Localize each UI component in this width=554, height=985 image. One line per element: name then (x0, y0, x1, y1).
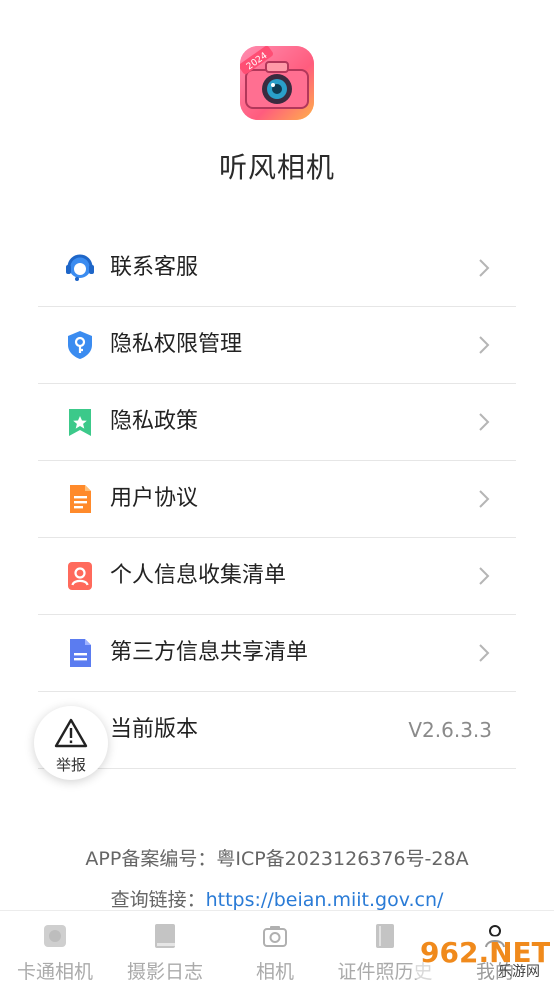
app-logo: 2024 (240, 46, 314, 120)
version-value: V2.6.3.3 (408, 718, 492, 742)
app-name: 听风相机 (218, 151, 335, 184)
file-lines-icon (70, 639, 91, 667)
report-label: 举报 (55, 756, 86, 774)
document-icon (70, 485, 91, 513)
menu-item-current-version: 当前版本 V2.6.3.3 (38, 692, 516, 769)
shield-key-icon (68, 331, 92, 359)
icp-query-line: 查询链接：https://beian.miit.gov.cn/ (0, 885, 554, 912)
chevron-right-icon (479, 490, 490, 508)
tab-label: 卡通相机 (16, 961, 93, 983)
chevron-right-icon (479, 259, 490, 277)
book-icon (155, 924, 175, 948)
cartoon-camera-icon (44, 925, 66, 947)
chevron-right-icon (479, 644, 490, 662)
menu-item-label: 第三方信息共享清单 (110, 640, 309, 665)
menu-item-label: 当前版本 (110, 717, 199, 742)
menu-item-label: 联系客服 (110, 255, 199, 280)
watermark: 962.NET 乐游网 (414, 930, 551, 980)
menu-item-user-agreement[interactable]: 用户协议 (38, 461, 516, 538)
menu-item-label: 用户协议 (110, 486, 199, 511)
menu-item-privacy-policy[interactable]: 隐私政策 (38, 384, 516, 461)
bookmark-star-icon (69, 409, 91, 436)
person-card-icon (68, 562, 92, 590)
tab-camera[interactable]: 相机 (220, 911, 330, 985)
watermark-sub: 乐游网 (498, 964, 540, 980)
settings-menu: 联系客服 隐私权限管理 隐私政策 用户协议 个人信息收集清单 第三方信息共享清单… (38, 230, 516, 769)
warning-icon (54, 718, 88, 748)
icp-query-prefix: 查询链接： (110, 889, 206, 911)
menu-item-label: 隐私权限管理 (110, 332, 243, 357)
tab-cartoon-camera[interactable]: 卡通相机 (0, 911, 110, 985)
tab-label: 摄影日志 (126, 961, 203, 983)
report-button[interactable]: 举报 (34, 706, 108, 780)
menu-item-contact-service[interactable]: 联系客服 (38, 230, 516, 307)
menu-item-third-party-sharing-list[interactable]: 第三方信息共享清单 (38, 615, 516, 692)
headset-icon (66, 254, 94, 281)
history-book-icon (376, 924, 394, 948)
tab-photo-diary[interactable]: 摄影日志 (110, 911, 220, 985)
menu-item-personal-info-list[interactable]: 个人信息收集清单 (38, 538, 516, 615)
icp-query-link[interactable]: https://beian.miit.gov.cn/ (206, 889, 444, 911)
tab-label: 相机 (255, 961, 294, 983)
chevron-right-icon (479, 413, 490, 431)
menu-item-label: 个人信息收集清单 (110, 563, 287, 588)
menu-item-label: 隐私政策 (110, 409, 199, 434)
chevron-right-icon (479, 567, 490, 585)
icp-record-text: APP备案编号：粤ICP备2023126376号-28A (85, 848, 469, 870)
chevron-right-icon (479, 336, 490, 354)
camera-icon (263, 926, 287, 947)
menu-item-privacy-permissions[interactable]: 隐私权限管理 (38, 307, 516, 384)
